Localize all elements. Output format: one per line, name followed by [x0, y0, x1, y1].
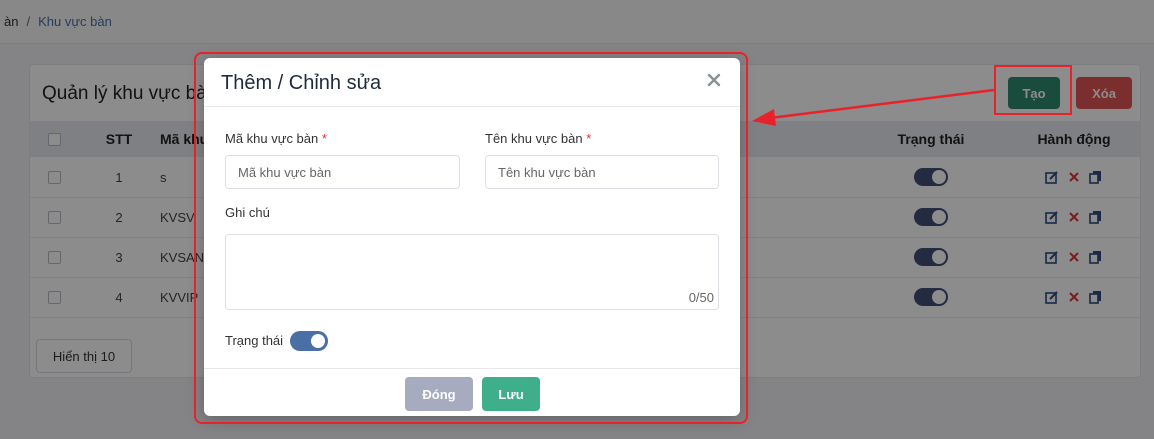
- modal-highlight: [194, 52, 748, 424]
